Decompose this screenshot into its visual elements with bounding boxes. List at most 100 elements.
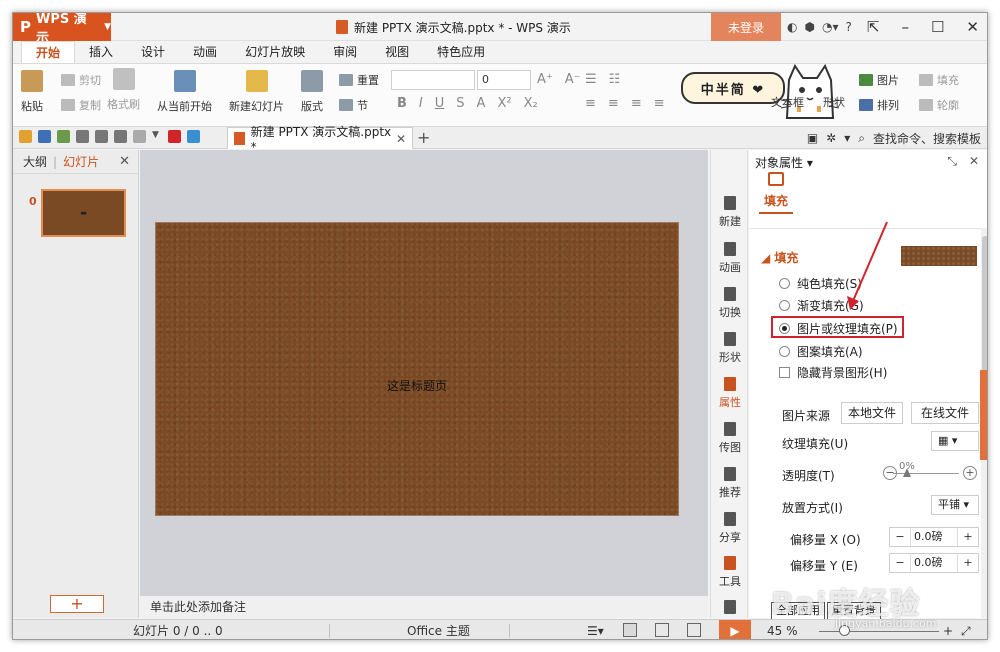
- align-center-icon[interactable]: ≡: [608, 96, 619, 111]
- zoom-level[interactable]: 45 %: [767, 620, 798, 639]
- fill-section-title[interactable]: ◢ 填充: [761, 249, 798, 266]
- export-icon[interactable]: [57, 130, 70, 143]
- side-tool-properties[interactable]: 属性: [711, 377, 749, 410]
- panel-title[interactable]: 对象属性 ▾: [755, 154, 813, 171]
- grow-font-icon[interactable]: A⁺: [537, 72, 553, 87]
- tab-review[interactable]: 审阅: [319, 41, 371, 63]
- help-icon[interactable]: ?: [845, 20, 851, 34]
- tab-home[interactable]: 开始: [21, 41, 76, 63]
- slide[interactable]: 这是标题页: [155, 222, 679, 516]
- side-tool-transition[interactable]: 切换: [711, 287, 749, 320]
- shape-button[interactable]: 形状: [823, 94, 845, 110]
- tab-insert[interactable]: 插入: [75, 41, 127, 63]
- font-name-select[interactable]: [391, 70, 475, 90]
- solid-fill-option[interactable]: 纯色填充(S): [779, 275, 862, 292]
- paste-button[interactable]: 粘贴: [21, 70, 43, 114]
- document-tab[interactable]: 新建 PPTX 演示文稿.pptx * ✕: [227, 125, 413, 154]
- maximize-icon[interactable]: ☐: [931, 18, 944, 36]
- close-panel-icon[interactable]: ✕: [119, 154, 130, 169]
- zoom-slider[interactable]: [819, 631, 939, 632]
- font-size-select[interactable]: 0: [477, 70, 531, 90]
- underline-icon[interactable]: U: [435, 96, 445, 111]
- picture-button[interactable]: 图片: [859, 72, 899, 88]
- side-tool-upload[interactable]: 传图: [711, 422, 749, 455]
- gradient-fill-option[interactable]: 渐变填充(G): [779, 297, 864, 314]
- format-painter-button[interactable]: 格式刷: [107, 68, 140, 112]
- save-icon[interactable]: [38, 130, 51, 143]
- side-tool-shape[interactable]: 形状: [711, 332, 749, 365]
- minimize-icon[interactable]: –: [901, 18, 909, 36]
- close-panel-x-icon[interactable]: ✕: [969, 154, 979, 169]
- fit-window-icon[interactable]: ⤢: [961, 620, 971, 639]
- shrink-font-icon[interactable]: A⁻: [565, 72, 581, 87]
- undo-icon[interactable]: [114, 130, 127, 143]
- cut-button[interactable]: 剪切: [61, 72, 101, 88]
- dropdown-icon[interactable]: ▾: [844, 131, 850, 145]
- layout-button[interactable]: 版式: [301, 70, 323, 114]
- text-box-button[interactable]: 文本框: [771, 94, 804, 110]
- tab-animation[interactable]: 动画: [179, 41, 231, 63]
- zoom-in-icon[interactable]: +: [943, 620, 953, 639]
- bullets-icon[interactable]: ☰: [585, 72, 597, 87]
- play-slideshow-icon[interactable]: ▶: [719, 620, 751, 639]
- panel-edge-toggle[interactable]: [980, 370, 987, 460]
- justify-icon[interactable]: ≡: [654, 96, 665, 111]
- slide-thumbnail[interactable]: ▬: [41, 189, 126, 237]
- transparency-plus-icon[interactable]: +: [963, 466, 977, 480]
- chat-icon[interactable]: ▣: [807, 131, 818, 145]
- reading-view-icon[interactable]: [687, 623, 701, 637]
- side-tool-share[interactable]: 分享: [711, 512, 749, 545]
- open-icon[interactable]: [19, 130, 32, 143]
- skin-icon[interactable]: ◐: [787, 20, 797, 34]
- offset-y-minus-icon[interactable]: −: [890, 554, 910, 572]
- section-button[interactable]: 节: [339, 97, 368, 113]
- side-tool-new[interactable]: 新建: [711, 196, 749, 229]
- offset-x-value[interactable]: 0.0磅: [910, 528, 958, 546]
- placement-select[interactable]: 平铺 ▾: [931, 495, 979, 515]
- side-tool-tools[interactable]: 工具: [711, 556, 749, 589]
- offset-x-minus-icon[interactable]: −: [890, 528, 910, 546]
- offset-y-value[interactable]: 0.0磅: [910, 554, 958, 572]
- new-tab-icon[interactable]: +: [417, 127, 430, 149]
- numbering-icon[interactable]: ☷: [609, 72, 621, 87]
- print-icon[interactable]: [76, 130, 89, 143]
- offset-y-plus-icon[interactable]: +: [958, 554, 978, 572]
- side-tool-animation[interactable]: 动画: [711, 242, 749, 275]
- align-left-icon[interactable]: ≡: [585, 96, 596, 111]
- side-tool-recommend[interactable]: 推荐: [711, 467, 749, 500]
- cube-icon[interactable]: [187, 130, 200, 143]
- tab-fill[interactable]: 填充: [759, 172, 793, 214]
- picture-texture-fill-option[interactable]: 图片或纹理填充(P): [779, 320, 898, 337]
- font-color-icon[interactable]: A: [477, 96, 486, 111]
- hide-bg-checkbox[interactable]: [779, 367, 790, 378]
- tab-design[interactable]: 设计: [127, 41, 179, 63]
- arrange-button[interactable]: 排列: [859, 97, 899, 113]
- customize-caret-icon[interactable]: ▼: [152, 130, 162, 143]
- login-button[interactable]: 未登录: [711, 13, 781, 41]
- pattern-fill-option[interactable]: 图案填充(A): [779, 343, 863, 360]
- shadow-icon[interactable]: S: [456, 96, 464, 111]
- tab-outline[interactable]: 大纲: [23, 153, 47, 170]
- tab-special[interactable]: 特色应用: [423, 41, 499, 63]
- fill-button[interactable]: 填充: [919, 72, 959, 88]
- copy-button[interactable]: 复制: [61, 97, 101, 113]
- notes-pane[interactable]: 单击此处添加备注: [140, 595, 708, 618]
- hide-background-option[interactable]: 隐藏背景图形(H): [779, 364, 887, 381]
- from-current-button[interactable]: 从当前开始: [157, 70, 212, 114]
- radio-gradient[interactable]: [779, 300, 790, 311]
- wps-w-icon[interactable]: [168, 130, 181, 143]
- collapse-panel-icon[interactable]: ⤡: [947, 154, 957, 169]
- radio-solid[interactable]: [779, 278, 790, 289]
- search-icon[interactable]: ⌕: [858, 131, 865, 146]
- radio-pattern[interactable]: [779, 346, 790, 357]
- notes-toggle-icon[interactable]: ☰▾: [587, 620, 604, 639]
- new-slide-button[interactable]: 新建幻灯片: [229, 70, 284, 114]
- subscript-icon[interactable]: X₂: [524, 96, 538, 111]
- texture-picker[interactable]: ▦ ▾: [931, 431, 979, 451]
- add-slide-button[interactable]: +: [50, 595, 104, 613]
- feedback-icon[interactable]: ◔▾: [822, 20, 839, 34]
- settings-icon[interactable]: ⬢: [804, 20, 814, 34]
- redo-icon[interactable]: [133, 130, 146, 143]
- slide-sorter-icon[interactable]: [655, 623, 669, 637]
- command-search[interactable]: 查找命令、搜索模板: [873, 130, 981, 147]
